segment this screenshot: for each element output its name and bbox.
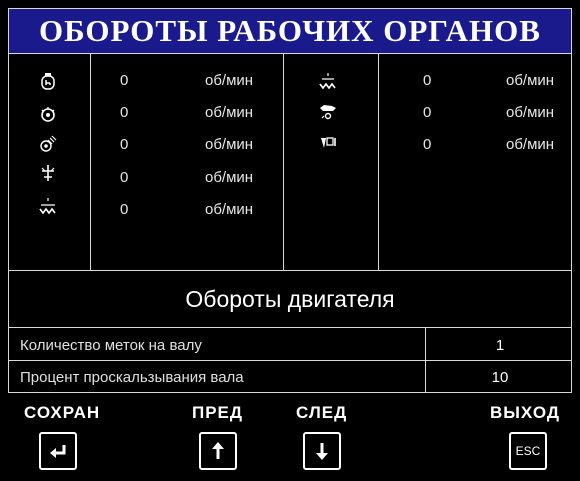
straw-walker-rpm-value: 0 <box>423 72 432 89</box>
feeder-rpm-unit: об/мин <box>506 104 555 121</box>
marks-count-label: Количество меток на валу <box>20 337 202 354</box>
engine-rpm-unit: об/мин <box>205 72 254 89</box>
section-title: Обороты двигателя <box>185 286 395 312</box>
prev-button[interactable] <box>199 432 237 470</box>
next-button[interactable] <box>303 432 341 470</box>
prev-label: ПРЕД <box>192 403 244 422</box>
divider <box>378 53 379 271</box>
beater-icon <box>38 163 58 183</box>
drum-rpm-unit: об/мин <box>205 104 254 121</box>
drum-rpm-value: 0 <box>120 104 129 121</box>
marks-count-value[interactable]: 1 <box>430 337 570 354</box>
header-rpm-unit: об/мин <box>506 136 555 153</box>
header-rpm-value: 0 <box>423 136 432 153</box>
drum-icon <box>38 104 58 124</box>
straw-walker-rpm-unit: об/мин <box>506 72 555 89</box>
feeder-rpm-value: 0 <box>423 104 432 121</box>
fan-icon <box>38 134 58 154</box>
beater-rpm-value: 0 <box>120 169 129 186</box>
beater-rpm-unit: об/мин <box>205 169 254 186</box>
feeder-icon <box>318 102 338 122</box>
slip-percent-value[interactable]: 10 <box>430 369 570 386</box>
exit-label: ВЫХОД <box>490 403 560 422</box>
straw-walker-icon <box>318 72 338 92</box>
divider <box>9 327 571 328</box>
divider <box>283 53 284 271</box>
save-label: СОХРАН <box>24 403 101 422</box>
enter-icon <box>50 445 66 458</box>
page-title: ОБОРОТЫ РАБОЧИХ ОРГАНОВ <box>9 9 571 54</box>
save-button[interactable] <box>39 432 77 470</box>
divider <box>425 327 426 393</box>
chopper-icon <box>38 196 58 216</box>
slip-percent-label: Процент проскальзывания вала <box>20 369 244 386</box>
arrow-up-icon <box>212 442 224 459</box>
chopper-rpm-unit: об/мин <box>205 201 254 218</box>
chopper-rpm-value: 0 <box>120 201 129 218</box>
screen-frame <box>8 8 572 393</box>
header-icon <box>318 134 338 154</box>
fan-rpm-value: 0 <box>120 136 129 153</box>
arrow-down-icon <box>316 443 328 460</box>
divider <box>9 360 571 361</box>
exit-button[interactable]: ESC <box>509 432 547 470</box>
divider <box>90 53 91 271</box>
fan-rpm-unit: об/мин <box>205 136 254 153</box>
engine-rpm-value: 0 <box>120 72 129 89</box>
engine-icon <box>38 72 58 92</box>
next-label: СЛЕД <box>296 403 348 422</box>
